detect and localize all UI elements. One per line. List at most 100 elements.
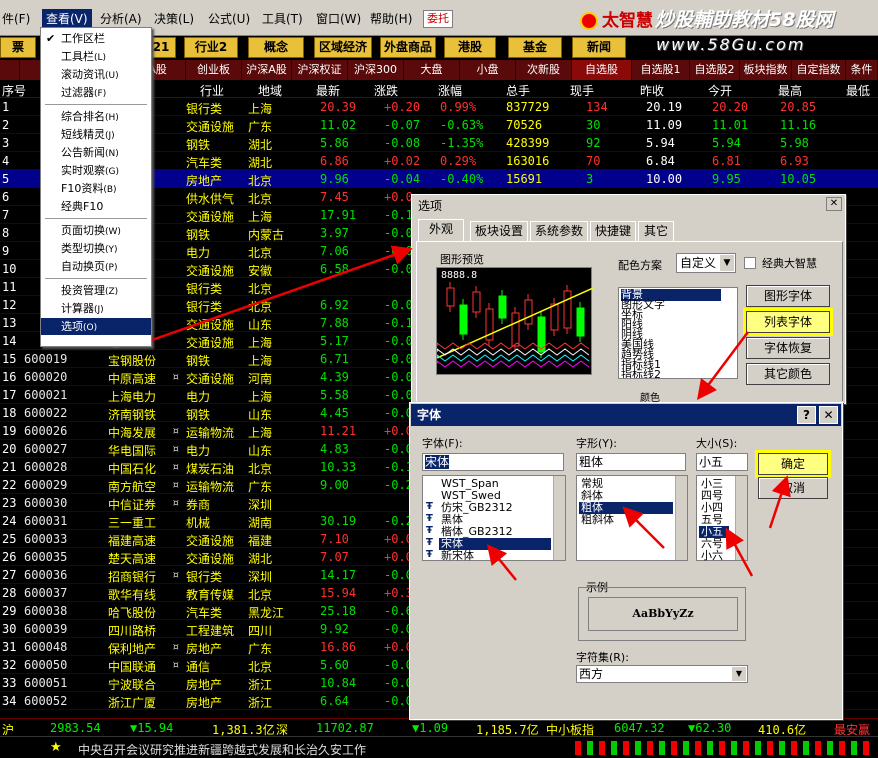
tab-watchlist[interactable]: 自选股 (572, 60, 632, 80)
list-font-button[interactable]: 列表字体 (746, 311, 830, 333)
col-header-latest[interactable]: 最新 (316, 82, 340, 99)
toolbar-button-concept[interactable]: 概念 (248, 37, 304, 58)
tab-large-cap[interactable]: 大盘 (404, 60, 460, 80)
color-item-list[interactable]: 背景 图形文字 坐标 阳线 阴线 美国线 趋势线 指标线1 指标线2 (618, 287, 738, 379)
menu-separator (45, 218, 147, 219)
tab-sh-sz-a[interactable]: 沪深A股 (242, 60, 292, 80)
size-list-scrollbar[interactable] (735, 476, 747, 560)
style-option[interactable]: 粗斜体 (581, 514, 614, 526)
view-menu-item-14[interactable]: 计算器(J) (41, 300, 151, 317)
style-list-scrollbar[interactable] (675, 476, 687, 560)
tab-small-cap[interactable]: 小盘 (460, 60, 516, 80)
tab-custom-index[interactable]: 自定指数 (792, 60, 846, 80)
view-menu-item-12[interactable]: 自动换页(P) (41, 258, 151, 275)
size-list[interactable]: 小三 四号 小四 五号 小五 六号 小六 (696, 475, 748, 562)
tab-system-params[interactable]: 系统参数 (530, 221, 588, 241)
tab-warrants[interactable]: 沪深权证 (292, 60, 348, 80)
sample-preview: AaBbYyZz (588, 597, 738, 631)
charset-select[interactable]: 西方 ▼ (576, 665, 748, 683)
toolbar-button-foreign[interactable]: 外盘商品 (380, 37, 436, 58)
view-menu-item-6[interactable]: 公告新闻(N) (41, 144, 151, 161)
trade-button[interactable]: 委托 (423, 10, 453, 28)
col-header-volume[interactable]: 总手 (506, 82, 530, 99)
tab-other[interactable]: 其它 (638, 221, 674, 241)
color-item[interactable]: 指标线2 (621, 369, 661, 379)
tab-0[interactable] (0, 60, 20, 80)
menu-help[interactable]: 帮助(H) (370, 10, 412, 27)
font-list-scrollbar[interactable] (553, 476, 565, 560)
col-header-low[interactable]: 最低 (846, 82, 870, 99)
size-input[interactable]: 小五 (696, 453, 748, 471)
toolbar-button-industry2[interactable]: 行业2 (184, 37, 238, 58)
view-menu-item-8[interactable]: F10资料(B) (41, 180, 151, 197)
tab-conditions[interactable]: 条件 (846, 60, 878, 80)
view-menu-item-11[interactable]: 类型切换(Y) (41, 240, 151, 257)
other-color-button[interactable]: 其它颜色 (746, 363, 830, 385)
tab-appearance[interactable]: 外观 (418, 219, 464, 241)
news-ticker[interactable]: ★ 中央召开会议研究推进新疆跨越式发展和长治久安工作 (0, 736, 878, 758)
tab-new-stocks[interactable]: 次新股 (516, 60, 572, 80)
ok-button[interactable]: 确定 (758, 453, 828, 475)
font-option[interactable]: 新宋体 (441, 550, 474, 562)
cell-no: 7 (2, 208, 10, 222)
chevron-down-icon[interactable]: ▼ (720, 255, 734, 271)
view-menu-item-2[interactable]: 滚动资讯(U) (41, 66, 151, 83)
close-icon[interactable]: ✕ (819, 406, 838, 424)
classic-checkbox[interactable] (744, 257, 756, 269)
view-menu-item-0[interactable]: ✔ 工作区栏 (41, 30, 151, 47)
menu-view[interactable]: 查看(V) (42, 9, 92, 28)
cell-reg: 山东 (248, 408, 273, 422)
font-reset-button[interactable]: 字体恢复 (746, 337, 830, 359)
scheme-select[interactable]: 自定义 ▼ (676, 253, 736, 273)
tab-sector-index[interactable]: 板块指数 (740, 60, 792, 80)
tab-gem[interactable]: 创业板 (186, 60, 242, 80)
tab-sector-settings[interactable]: 板块设置 (470, 221, 528, 241)
tab-watchlist1[interactable]: 自选股1 (632, 60, 690, 80)
options-close-button[interactable]: ✕ (826, 197, 842, 211)
chevron-down-icon[interactable]: ▼ (732, 667, 746, 681)
font-input[interactable]: 宋体 (422, 453, 564, 471)
view-menu-item-label: 实时观察 (61, 164, 105, 177)
view-menu-item-5[interactable]: 短线精灵(J) (41, 126, 151, 143)
toolbar-button-region[interactable]: 区域经济 (314, 37, 372, 58)
cell-chg: -0.0 (384, 388, 413, 402)
menu-decision[interactable]: 决策(L) (154, 10, 194, 27)
col-header-pct[interactable]: 涨幅 (438, 82, 462, 99)
view-menu-item-3[interactable]: 过滤器(F) (41, 84, 151, 101)
menu-formula[interactable]: 公式(U) (208, 10, 250, 27)
style-input[interactable]: 粗体 (576, 453, 686, 471)
tab-watchlist2[interactable]: 自选股2 (690, 60, 740, 80)
tab-hs300[interactable]: 沪深300 (348, 60, 404, 80)
toolbar-button-news[interactable]: 新闻 (572, 37, 626, 58)
view-menu-item-1[interactable]: 工具栏(L) (41, 48, 151, 65)
menu-tools[interactable]: 工具(T) (262, 10, 303, 27)
tab-hotkeys[interactable]: 快捷键 (590, 221, 636, 241)
col-header-industry[interactable]: 行业 (200, 82, 224, 99)
toolbar-button-stock[interactable]: 票 (0, 37, 36, 58)
toolbar-button-fund[interactable]: 基金 (508, 37, 562, 58)
view-menu-item-7[interactable]: 实时观察(G) (41, 162, 151, 179)
col-header-no[interactable]: 序号 (2, 82, 26, 99)
col-header-current[interactable]: 现手 (570, 82, 594, 99)
view-menu-item-15[interactable]: 选项(O) (41, 318, 151, 335)
size-option[interactable]: 小六 (701, 550, 723, 562)
menu-window[interactable]: 窗口(W) (316, 10, 361, 27)
col-header-high[interactable]: 最高 (778, 82, 802, 99)
view-menu-item-shortcut: (L) (94, 53, 107, 63)
menu-file[interactable]: 件(F) (2, 10, 30, 27)
view-menu-item-9[interactable]: 经典F10 (41, 198, 151, 215)
toolbar-button-hk[interactable]: 港股 (444, 37, 496, 58)
menu-analysis[interactable]: 分析(A) (100, 10, 142, 27)
help-button[interactable]: ? (797, 406, 816, 424)
col-header-prev[interactable]: 昨收 (640, 82, 664, 99)
style-list[interactable]: 常规 斜体 粗体 粗斜体 (576, 475, 688, 561)
col-header-change[interactable]: 涨跌 (374, 82, 398, 99)
view-menu-item-13[interactable]: 投资管理(Z) (41, 282, 151, 299)
view-menu-item-10[interactable]: 页面切换(W) (41, 222, 151, 239)
col-header-open[interactable]: 今开 (708, 82, 732, 99)
graph-font-button[interactable]: 图形字体 (746, 285, 830, 307)
cancel-button[interactable]: 取消 (758, 477, 828, 499)
col-header-region[interactable]: 地域 (258, 82, 282, 99)
view-menu-item-4[interactable]: 综合排名(H) (41, 108, 151, 125)
font-list[interactable]: WST_Span WST_Swed 仿宋_GB2312 Ŧ 黑体 Ŧ 楷体_GB2312 Ŧ 宋… (422, 475, 566, 562)
